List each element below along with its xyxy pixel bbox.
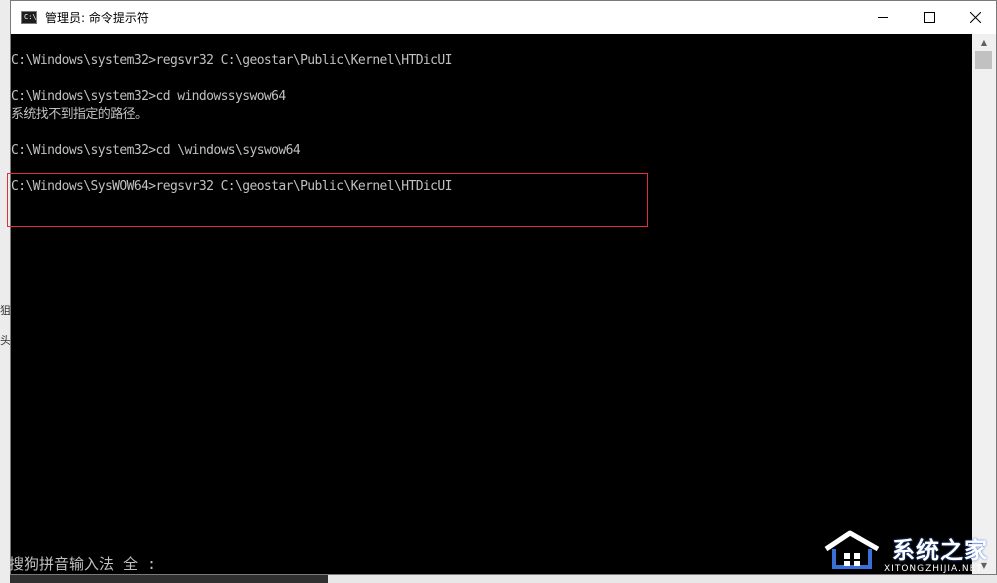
maximize-icon (923, 12, 935, 23)
maximize-button[interactable] (906, 1, 952, 34)
background-text: 头 (0, 335, 10, 347)
minimize-button[interactable] (860, 1, 906, 34)
vertical-scrollbar[interactable]: ▲ ▼ (972, 34, 996, 574)
console-line: C:\Windows\system32>cd windowssyswow64 (11, 89, 286, 104)
ime-status-bar: 搜狗拼音输入法 全 : (9, 555, 157, 573)
console-icon[interactable]: C:\ (21, 11, 37, 24)
watermark-logo: 系统之家 XITONGZHIJIA.NET (820, 525, 997, 583)
watermark-subtext: XITONGZHIJIA.NET (884, 564, 983, 574)
window-title: 管理员: 命令提示符 (45, 11, 149, 25)
watermark-text: 系统之家 (892, 538, 988, 564)
console-line: C:\Windows\system32>cd \windows\syswow64 (11, 143, 301, 158)
highlight-annotation-box (7, 173, 648, 227)
minimize-icon (878, 17, 888, 18)
taskbar-dark-segment (10, 575, 328, 583)
console-icon-glyph: C:\ (24, 13, 37, 21)
background-text: 狙 (0, 305, 10, 317)
scroll-up-icon[interactable]: ▲ (972, 34, 996, 51)
console-output[interactable]: C:\Windows\system32>regsvr32 C:\geostar\… (7, 34, 972, 574)
house-logo-icon (824, 530, 880, 569)
console-line: C:\Windows\system32>regsvr32 C:\geostar\… (11, 53, 452, 68)
close-icon (969, 12, 981, 23)
console-line: 系统找不到指定的路径。 (11, 107, 148, 122)
title-bar[interactable]: C:\ 管理员: 命令提示符 (11, 1, 996, 34)
close-button[interactable] (952, 1, 997, 34)
scrollbar-thumb[interactable] (975, 51, 992, 69)
command-prompt-window[interactable]: C:\ 管理员: 命令提示符 C:\Windows\system32>regsv… (7, 0, 997, 575)
